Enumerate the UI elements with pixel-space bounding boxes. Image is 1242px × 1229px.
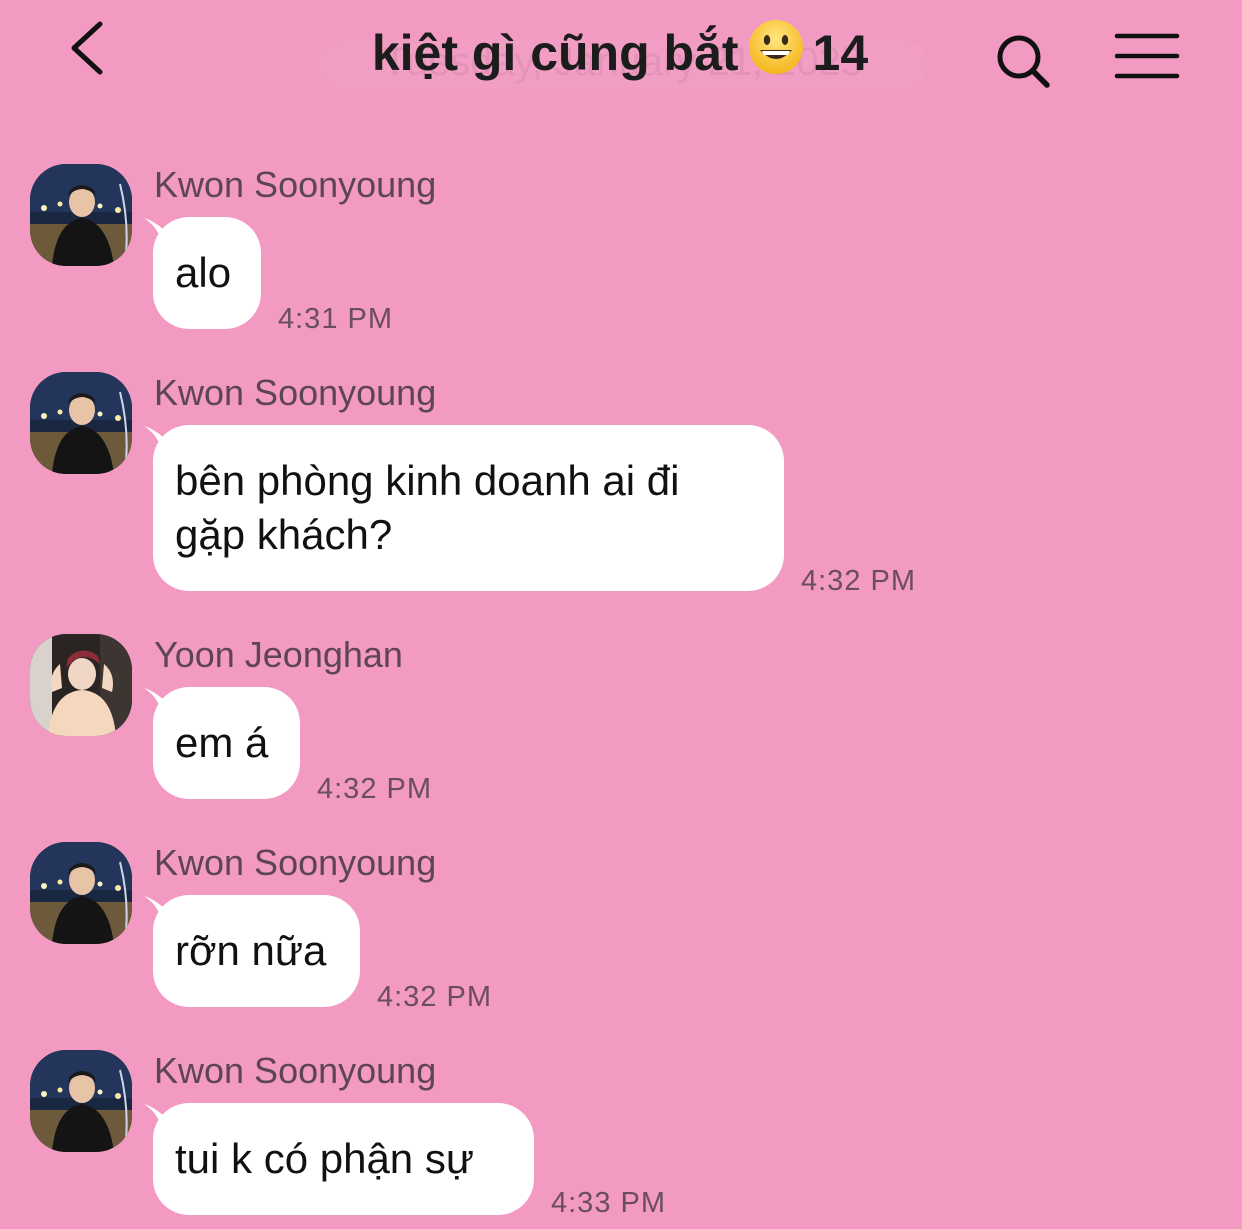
- sender-name: Kwon Soonyoung: [154, 1050, 437, 1091]
- hamburger-menu-icon: [1114, 33, 1180, 79]
- message-text-line: gặp khách?: [175, 511, 393, 558]
- search-button[interactable]: [992, 30, 1056, 94]
- chat-header: Tuesday, January 21, 2025 kiệt gì cũng b…: [0, 0, 1242, 110]
- sender-name: Kwon Soonyoung: [154, 372, 437, 413]
- message-bubble[interactable]: bên phòng kinh doanh ai đi gặp khách?: [153, 425, 784, 591]
- message-time: 4:31 PM: [278, 303, 393, 335]
- grinning-face-emoji: [747, 18, 805, 88]
- avatar[interactable]: [30, 164, 132, 266]
- message-time: 4:33 PM: [551, 1187, 666, 1219]
- sender-name: Kwon Soonyoung: [154, 842, 437, 883]
- message-bubble[interactable]: em á: [153, 687, 300, 799]
- chevron-left-icon: [71, 21, 103, 75]
- search-icon: [997, 35, 1050, 88]
- message-time: 4:32 PM: [377, 981, 492, 1013]
- chat-title-text: kiệt gì cũng bắt: [371, 25, 739, 81]
- chat-title[interactable]: kiệt gì cũng bắt 14: [300, 18, 940, 88]
- avatar[interactable]: [30, 1050, 132, 1152]
- member-count: 14: [812, 25, 869, 81]
- avatar[interactable]: [30, 372, 132, 474]
- message-bubble[interactable]: rỡn nữa: [153, 895, 360, 1007]
- avatar[interactable]: [30, 634, 132, 736]
- message-text: alo: [175, 249, 232, 296]
- message-text: tui k có phận sự: [175, 1135, 474, 1182]
- back-button[interactable]: [62, 18, 118, 80]
- sender-name: Yoon Jeonghan: [154, 634, 403, 675]
- message-time: 4:32 PM: [801, 565, 916, 597]
- sender-name: Kwon Soonyoung: [154, 164, 437, 205]
- menu-button[interactable]: [1112, 30, 1182, 86]
- message-text: rỡn nữa: [175, 927, 327, 974]
- message-text-line: bên phòng kinh doanh ai đi: [175, 457, 680, 504]
- message-bubble[interactable]: tui k có phận sự: [153, 1103, 534, 1215]
- message-time: 4:32 PM: [317, 773, 432, 805]
- message-bubble[interactable]: alo: [153, 217, 261, 329]
- message-text: em á: [175, 719, 269, 766]
- avatar[interactable]: [30, 842, 132, 944]
